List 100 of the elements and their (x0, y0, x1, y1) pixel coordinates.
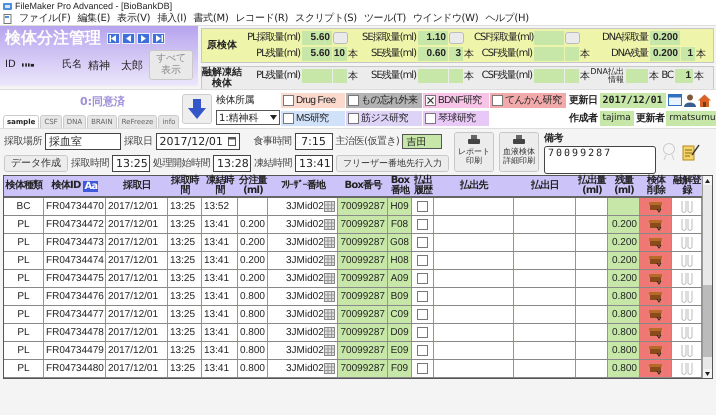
tubes-icon[interactable] (680, 254, 692, 268)
tubes-icon[interactable] (680, 290, 692, 304)
grid-icon[interactable] (324, 345, 335, 356)
tubes-icon[interactable] (680, 218, 692, 232)
checkbox[interactable] (417, 327, 428, 338)
grid-icon[interactable] (324, 237, 335, 248)
delete-button[interactable] (640, 360, 672, 377)
checkbox[interactable] (417, 291, 428, 302)
checkbox[interactable] (425, 112, 436, 124)
tubes-icon[interactable] (680, 344, 692, 358)
place-field[interactable]: 採血室 (45, 132, 121, 150)
freeze-time-field[interactable]: 13:41 (295, 154, 333, 172)
tubes-icon[interactable] (680, 236, 692, 250)
checkbox[interactable] (492, 94, 503, 106)
process-time-field[interactable]: 13:28 (213, 154, 251, 172)
affiliation-dropdown[interactable]: 1:精神科 (216, 110, 280, 125)
menu-item[interactable]: 書式(M) (194, 12, 228, 24)
grid-icon[interactable] (324, 327, 335, 338)
grid-icon[interactable] (324, 291, 335, 302)
table-cell: 70099287 (338, 324, 388, 341)
checkbox[interactable] (417, 201, 428, 212)
table-cell: F09 (388, 360, 412, 377)
report-print-button[interactable]: レポート印刷 (454, 132, 494, 172)
calendar-icon (228, 136, 236, 146)
tubes-icon[interactable] (680, 362, 692, 376)
blank-button[interactable] (333, 32, 348, 44)
menu-item[interactable]: 編集(E) (77, 12, 110, 24)
note-field[interactable]: 70099287 (544, 146, 656, 174)
home-icon[interactable] (698, 94, 711, 106)
move-down-button[interactable] (182, 94, 212, 124)
volume-label: BC (660, 70, 674, 82)
checkbox[interactable] (417, 363, 428, 374)
checkbox[interactable] (417, 219, 428, 230)
table-cell: 13:25 (168, 252, 202, 269)
table-cell: 2017/12/01 (106, 360, 168, 377)
delete-button[interactable] (640, 252, 672, 269)
date-field[interactable]: 2017/12/01 (156, 132, 240, 150)
blank-button[interactable] (449, 32, 464, 44)
table-cell: 2017/12/01 (106, 252, 168, 269)
delete-button[interactable] (640, 198, 672, 215)
table-cell: 0.800 (238, 324, 268, 341)
first-button[interactable] (107, 32, 120, 44)
previous-button[interactable] (122, 32, 135, 44)
delete-button[interactable] (640, 342, 672, 359)
collect-time-field[interactable]: 13:25 (112, 154, 150, 172)
menu-item[interactable]: 挿入(I) (157, 12, 187, 24)
menu-item[interactable]: ツール(T) (364, 12, 406, 24)
menu-item[interactable]: レコード(R) (235, 12, 288, 24)
person-outline-icon[interactable] (661, 143, 677, 161)
delete-button[interactable] (640, 288, 672, 305)
grid-icon[interactable] (324, 363, 335, 374)
delete-button[interactable] (640, 270, 672, 287)
table-cell: FR04734473 (44, 234, 106, 251)
freezer-entry-button[interactable]: フリーザー番地先行入力 (336, 154, 449, 172)
tubes-icon[interactable] (680, 308, 692, 322)
doctor-field[interactable]: 吉田 (402, 134, 442, 148)
menu-item[interactable]: 表示(V) (117, 12, 150, 24)
checkbox[interactable] (417, 237, 428, 248)
checkbox[interactable] (348, 94, 359, 106)
table-cell: 13:25 (168, 324, 202, 341)
note-edit-icon[interactable] (682, 143, 700, 161)
grid-icon[interactable] (324, 255, 335, 266)
last-button[interactable] (152, 32, 165, 44)
delete-button[interactable] (640, 324, 672, 341)
tubes-icon[interactable] (680, 272, 692, 286)
arrow-down-icon[interactable] (705, 372, 710, 376)
meal-time-field[interactable]: 7:15 (294, 132, 332, 150)
grid-icon[interactable] (324, 201, 335, 212)
checkbox[interactable] (348, 112, 359, 124)
menu-item[interactable]: スクリプト(S) (295, 12, 357, 24)
arrow-up-icon[interactable] (705, 178, 710, 182)
delete-button[interactable] (640, 306, 672, 323)
table-cell-text: 3JMid02 (286, 218, 324, 232)
tubes-icon[interactable] (680, 326, 692, 340)
checkbox[interactable] (283, 94, 294, 106)
table-cell: 70099287 (338, 252, 388, 269)
grid-icon[interactable] (324, 219, 335, 230)
tubes-icon[interactable] (680, 200, 692, 214)
checkbox[interactable] (283, 112, 294, 124)
detail-print-button[interactable]: 血液検体詳細印刷 (499, 132, 539, 172)
grid-icon[interactable] (324, 309, 335, 320)
blank-button[interactable] (565, 32, 580, 44)
checkbox[interactable] (417, 345, 428, 356)
person-icon[interactable] (684, 94, 696, 106)
window-icon[interactable] (668, 94, 682, 106)
checkbox[interactable] (417, 255, 428, 266)
menu-item[interactable]: ウインドウ(W) (413, 12, 478, 24)
next-button[interactable] (137, 32, 150, 44)
font-icon[interactable]: Aa (83, 180, 98, 192)
scrollbar[interactable] (702, 176, 712, 378)
menu-item[interactable]: ファイル(F) (19, 12, 70, 24)
checkbox[interactable] (417, 273, 428, 284)
grid-icon[interactable] (324, 273, 335, 284)
checkbox[interactable] (425, 94, 436, 106)
delete-button[interactable] (640, 234, 672, 251)
menu-item[interactable]: ヘルプ(H) (485, 12, 529, 24)
create-data-button[interactable]: データ作成 (4, 154, 68, 172)
delete-button[interactable] (640, 216, 672, 233)
checkbox[interactable] (417, 309, 428, 320)
table-cell: FR04734474 (44, 252, 106, 269)
